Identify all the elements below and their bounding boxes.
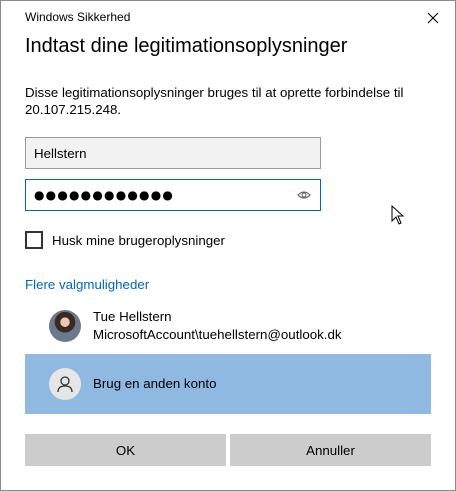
window-title: Windows Sikkerhed <box>25 10 131 24</box>
remember-checkbox[interactable] <box>25 231 43 249</box>
password-value: ●●●●●●●●●●●● <box>34 188 175 202</box>
more-options-link[interactable]: Flere valgmuligheder <box>25 277 149 292</box>
username-value: Hellstern <box>34 145 87 161</box>
close-icon <box>427 12 439 24</box>
ok-button[interactable]: OK <box>25 434 226 466</box>
account-detail: MicrosoftAccount\tuehellstern@outlook.dk <box>93 327 342 342</box>
account-item-tue-hellstern[interactable]: Tue Hellstern MicrosoftAccount\tuehellst… <box>25 304 431 348</box>
avatar <box>49 310 81 342</box>
eye-icon[interactable] <box>296 187 312 203</box>
dialog-description: Disse legitimationsoplysninger bruges ti… <box>25 85 404 117</box>
cancel-button[interactable]: Annuller <box>230 434 431 466</box>
title-bar: Windows Sikkerhed <box>1 1 455 31</box>
password-field[interactable]: ●●●●●●●●●●●● <box>25 179 321 211</box>
close-button[interactable] <box>421 6 445 30</box>
username-field[interactable]: Hellstern <box>25 137 321 169</box>
mouse-cursor-icon <box>391 205 405 225</box>
remember-label: Husk mine brugeroplysninger <box>52 232 225 248</box>
dialog-heading: Indtast dine legitimationsoplysninger <box>25 35 348 57</box>
account-name: Brug en anden konto <box>93 376 217 391</box>
user-icon <box>49 368 81 400</box>
account-item-other[interactable]: Brug en anden konto <box>25 354 431 414</box>
account-name: Tue Hellstern <box>93 309 172 324</box>
credential-dialog: Windows Sikkerhed Indtast dine legitimat… <box>0 0 456 491</box>
remember-row[interactable]: Husk mine brugeroplysninger <box>25 229 225 251</box>
